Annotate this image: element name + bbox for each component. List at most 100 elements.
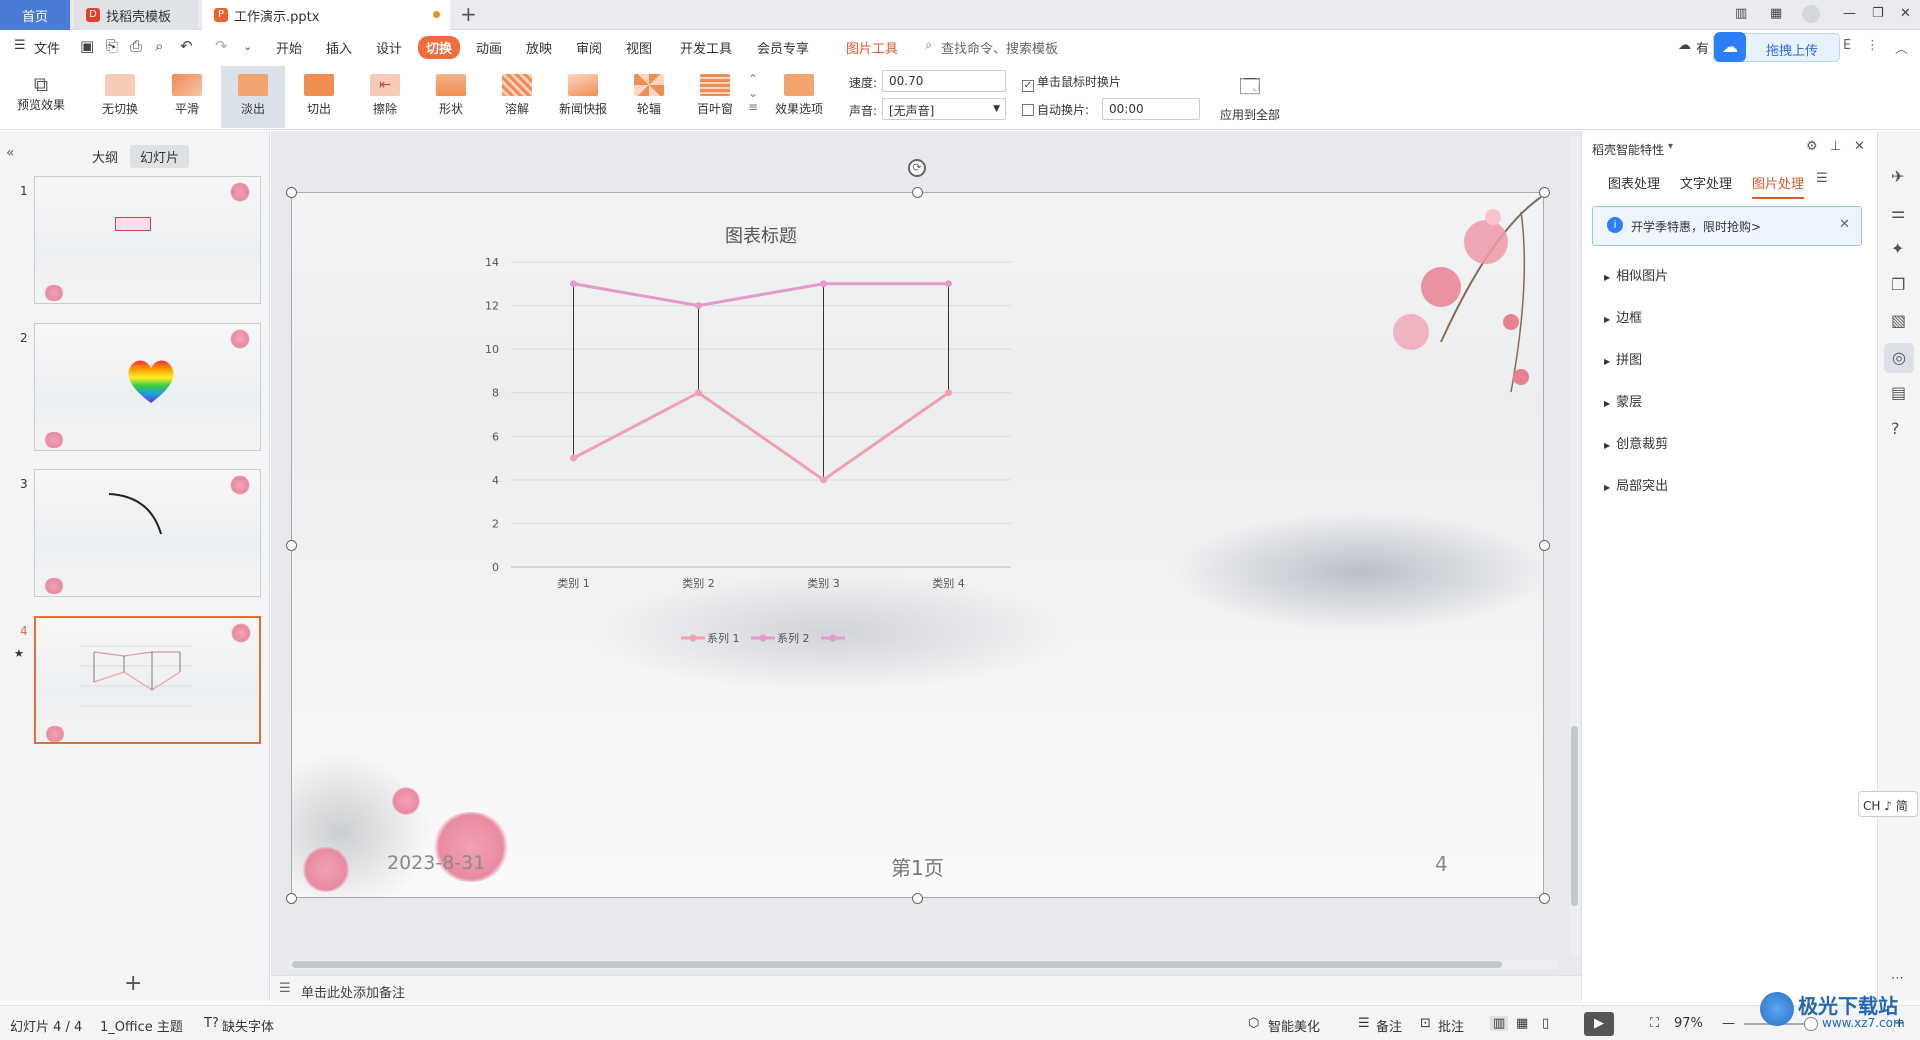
slide-thumbnail-3[interactable] [34,469,261,597]
reading-view-icon[interactable]: ▯ [1542,1016,1549,1031]
help-icon[interactable]: ? [1891,419,1900,438]
resize-handle[interactable] [912,187,923,198]
item-creative-crop[interactable]: ▶ 创意裁剪 [1604,433,1668,452]
scroll-thumb[interactable] [292,961,1502,968]
resize-handle[interactable] [1539,893,1550,904]
hamburger-icon[interactable]: ☰ [14,38,26,53]
close-icon[interactable]: ✕ [1854,139,1865,154]
transition-none[interactable]: 无切换 [88,66,152,128]
transition-shape[interactable]: 形状 [419,66,483,128]
transition-wipe[interactable]: ⇤ 擦除 [353,66,417,128]
restore-icon[interactable]: ❐ [1872,6,1884,21]
menu-slideshow[interactable]: 放映 [526,38,552,57]
slide-thumbnail-1[interactable] [34,176,261,304]
transition-smooth[interactable]: 平滑 [155,66,219,128]
more-dots-icon[interactable]: ⋯ [1891,971,1904,986]
tab-document[interactable]: P 工作演示.pptx [202,0,450,30]
menu-review[interactable]: 审阅 [576,38,602,57]
zoom-out-icon[interactable]: — [1722,1016,1735,1031]
share-partial-icon[interactable]: E [1843,38,1851,53]
menu-icon[interactable]: ☰ [1816,171,1828,186]
apps-grid-icon[interactable]: ▦ [1770,6,1782,21]
menu-view[interactable]: 视图 [626,38,652,57]
sliders-icon[interactable]: ⚌ [1891,203,1905,222]
menu-design[interactable]: 设计 [376,38,402,57]
close-icon[interactable]: ✕ [1839,217,1850,232]
slide-thumbnail-4[interactable] [34,616,261,744]
horizontal-scrollbar[interactable] [288,960,1558,969]
layout-icon[interactable]: ▥ [1735,6,1747,21]
minimize-icon[interactable]: — [1843,6,1856,21]
speed-input[interactable]: 00.70 [882,70,1006,92]
item-highlight[interactable]: ▶ 局部突出 [1604,475,1668,494]
vertical-scrollbar[interactable] [1570,136,1579,956]
export-icon[interactable]: ⎘ [106,37,118,55]
resize-handle[interactable] [912,893,923,904]
rocket-icon[interactable]: ✈ [1891,167,1904,186]
rotate-handle-icon[interactable]: ⟳ [908,159,926,177]
cloud-sync-icon[interactable]: ☁ [1678,38,1691,53]
current-slide[interactable]: 图表标题 0 2 4 6 8 10 12 14 类别 1 类别 2 类别 3 类别 4 系列 1 系列 2 … [291,192,1544,898]
item-collage[interactable]: ▶ 拼图 [1604,349,1642,368]
pin-icon[interactable]: ⊥ [1830,139,1841,154]
tab-home[interactable]: 首页 [0,0,70,30]
copy-icon[interactable]: ❐ [1891,275,1905,294]
new-tab-icon[interactable]: + [460,2,477,26]
sorter-view-icon[interactable]: ▦ [1516,1016,1528,1031]
tab-templates[interactable]: D 找稻壳模板 [74,0,198,30]
promo-banner[interactable]: i 开学季特惠，限时抢购> ✕ [1592,206,1862,246]
gear-icon[interactable]: ⚙ [1806,139,1818,154]
auto-advance-checkbox[interactable]: 自动换片: [1022,101,1089,118]
gallery-scroll-icon[interactable]: ⌃ ⌄ ≡ [748,72,758,114]
missing-font[interactable]: 缺失字体 [222,1016,274,1035]
menu-transition[interactable]: 切换 [418,36,461,59]
pin-star-icon[interactable]: ✦ [1891,239,1904,258]
close-window-icon[interactable]: ✕ [1900,6,1911,21]
play-slideshow-icon[interactable]: ▶ [1584,1012,1614,1036]
item-border[interactable]: ▶ 边框 [1604,307,1642,326]
file-menu[interactable]: 文件 [34,38,60,57]
effect-options-button[interactable]: 效果选项 [764,66,834,128]
chevron-down-icon[interactable]: ⌄ [243,40,252,53]
smart-features-icon[interactable]: ◎ [1884,343,1914,373]
tab-chart-processing[interactable]: 图表处理 [1608,173,1660,192]
image-edit-icon[interactable]: ▧ [1891,311,1906,330]
menu-insert[interactable]: 插入 [326,38,352,57]
redo-icon[interactable]: ↷ [215,37,228,55]
apply-all-button[interactable]: 🗔 应用到全部 [1215,66,1285,128]
notes-toggle[interactable]: 备注 [1376,1016,1402,1035]
notes-placeholder[interactable]: 单击此处添加备注 [301,982,405,1001]
collapse-ribbon-icon[interactable]: ︿ [1895,38,1908,57]
menu-developer[interactable]: 开发工具 [680,38,732,57]
more-icon[interactable]: ⋮ [1866,38,1879,53]
preview-effect-button[interactable]: ⧉ 预览效果 [8,66,74,128]
undo-icon[interactable]: ↶ [180,37,193,55]
line-chart[interactable]: 图表标题 0 2 4 6 8 10 12 14 类别 1 类别 2 类别 3 类别 4 系列 1 系列 2 [291,192,1544,898]
ime-indicator[interactable]: CH ♪ 简 [1858,791,1918,817]
theme-name[interactable]: 1_Office 主题 [100,1016,183,1035]
item-similar-images[interactable]: ▶ 相似图片 [1604,265,1668,284]
normal-view-icon[interactable]: ▥ [1490,1016,1509,1031]
book-icon[interactable]: ▤ [1891,383,1906,402]
tab-image-processing[interactable]: 图片处理 [1752,173,1805,199]
scroll-thumb[interactable] [1571,726,1578,906]
auto-time-input[interactable]: 00:00 [1102,98,1200,120]
comments-toggle[interactable]: 批注 [1438,1016,1464,1035]
menu-home[interactable]: 开始 [276,38,302,57]
resize-handle[interactable] [286,540,297,551]
transition-fade[interactable]: 淡出 [221,66,285,128]
resize-handle[interactable] [1539,540,1550,551]
item-mask[interactable]: ▶ 蒙层 [1604,391,1642,410]
sound-select[interactable]: [无声音] ▼ [882,98,1006,120]
notes-bar[interactable]: ☰ 单击此处添加备注 [271,975,1581,1003]
tab-slides[interactable]: 幻灯片 [130,145,190,168]
on-click-checkbox[interactable]: ✓ 单击鼠标时换片 [1022,73,1121,92]
promo-text[interactable]: 开学季特惠，限时抢购> [1631,218,1761,235]
smart-beautify[interactable]: 智能美化 [1268,1016,1320,1035]
transition-newsflash[interactable]: 新闻快报 [551,66,615,128]
collapse-panel-icon[interactable]: « [6,145,15,161]
chevron-down-icon[interactable]: ▾ [1668,141,1673,152]
zoom-level[interactable]: 97% [1674,1016,1703,1031]
panel-title[interactable]: 稻壳智能特性 [1592,141,1664,158]
transition-cut[interactable]: 切出 [287,66,351,128]
